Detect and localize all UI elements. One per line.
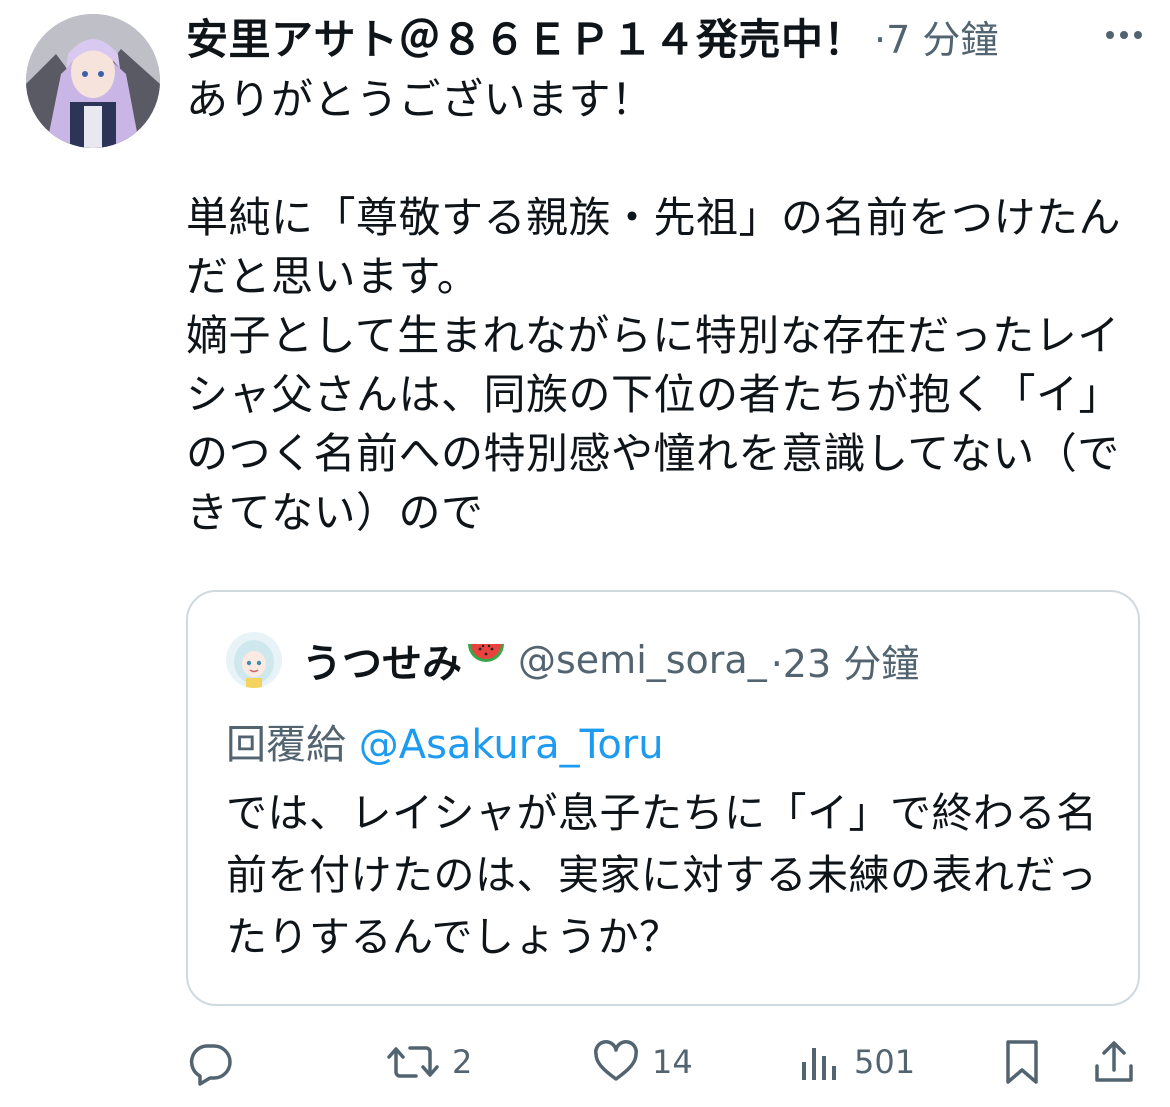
retweet-count: 2 — [452, 1043, 473, 1081]
author-display-name[interactable]: 安里アサト＠８６ＥＰ１４発売中！ — [186, 6, 866, 67]
reply-button[interactable] — [186, 1030, 246, 1094]
replying-to: 回覆給 @Asakura_Toru — [226, 712, 664, 770]
share-icon — [1092, 1038, 1136, 1086]
quoted-author-avatar[interactable] — [226, 632, 282, 688]
tweet-timestamp[interactable]: ·7 分鐘 — [874, 9, 998, 64]
quoted-handle[interactable]: @semi_sora_ — [518, 638, 767, 682]
watermelon-icon — [466, 640, 506, 680]
author-avatar[interactable] — [26, 14, 160, 148]
views-button[interactable]: 501 — [798, 1030, 915, 1094]
share-button[interactable] — [1092, 1030, 1136, 1094]
reply-prefix: 回覆給 — [226, 722, 346, 768]
reply-mention-link[interactable]: @Asakura_Toru — [359, 722, 664, 768]
view-count: 501 — [854, 1043, 916, 1081]
reply-icon — [186, 1038, 234, 1086]
quoted-timestamp[interactable]: ·23 分鐘 — [771, 633, 920, 688]
like-button[interactable]: 14 — [592, 1030, 693, 1094]
quoted-header: うつせみ @semi_sora_ ·23 分鐘 — [302, 630, 919, 690]
heart-icon — [592, 1038, 640, 1086]
quoted-tweet[interactable]: うつせみ @semi_sora_ ·23 分鐘 回覆給 @Asakura_Tor… — [186, 590, 1140, 1006]
quoted-avatar-image — [226, 632, 282, 688]
avatar-image — [26, 14, 160, 148]
tweet-text: ありがとうございます！ 単純に「尊敬する親族・先祖」の名前をつけたんだと思います… — [186, 75, 1122, 537]
quoted-display-name[interactable]: うつせみ — [302, 631, 462, 689]
action-bar: 2 14 501 — [186, 1030, 1140, 1094]
like-count: 14 — [652, 1043, 693, 1081]
bookmark-icon — [1000, 1038, 1044, 1086]
more-options-icon[interactable] — [1102, 20, 1146, 50]
retweet-icon — [386, 1038, 440, 1086]
analytics-icon — [798, 1038, 842, 1086]
retweet-button[interactable]: 2 — [386, 1030, 472, 1094]
tweet-header: 安里アサト＠８６ＥＰ１４発売中！ ·7 分鐘 — [186, 6, 1146, 66]
quoted-tweet-text: では、レイシャが息子たちに「イ」で終わる名前を付けたのは、実家に対する未練の表れ… — [226, 789, 1098, 961]
bookmark-button[interactable] — [1000, 1030, 1044, 1094]
